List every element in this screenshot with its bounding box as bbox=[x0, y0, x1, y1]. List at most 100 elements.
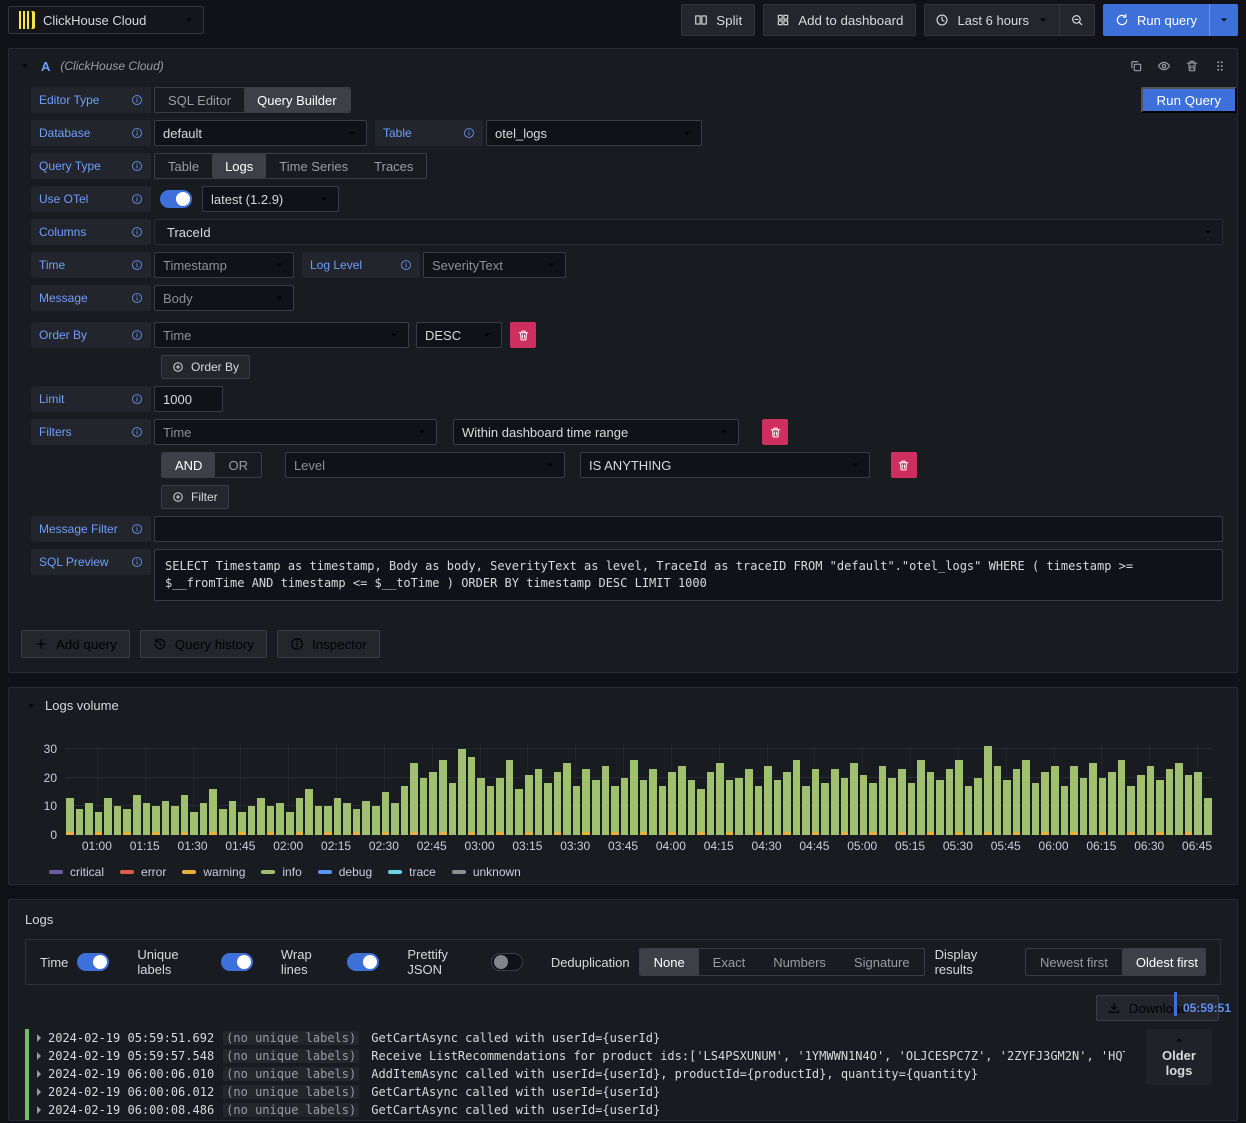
query-type-logs[interactable]: Logs bbox=[212, 154, 267, 178]
info-icon[interactable] bbox=[131, 193, 143, 205]
limit-input[interactable] bbox=[154, 386, 223, 412]
volume-bar bbox=[276, 743, 284, 835]
info-icon[interactable] bbox=[131, 160, 143, 172]
collapse-chevron-icon[interactable] bbox=[25, 700, 37, 712]
columns-multiselect[interactable]: TraceId bbox=[154, 219, 1223, 245]
delete-query-icon[interactable] bbox=[1185, 59, 1199, 73]
info-icon[interactable] bbox=[131, 259, 143, 271]
chevron-down-icon bbox=[416, 426, 428, 438]
chevron-down-icon bbox=[273, 259, 285, 271]
log-row[interactable]: 2024-02-19 05:59:51.692 (no unique labels… bbox=[25, 1029, 1125, 1047]
editor-type-sql-editor[interactable]: SQL Editor bbox=[155, 88, 244, 112]
message-column-select[interactable]: Body bbox=[154, 285, 294, 311]
info-icon[interactable] bbox=[131, 329, 143, 341]
expand-caret-icon[interactable] bbox=[37, 1070, 41, 1078]
dedup-exact[interactable]: Exact bbox=[699, 949, 760, 975]
database-select[interactable]: default bbox=[154, 120, 367, 146]
older-logs-button[interactable]: Older logs bbox=[1146, 1029, 1212, 1085]
run-query-interval-dropdown[interactable] bbox=[1209, 4, 1238, 36]
volume-bar bbox=[897, 743, 906, 835]
run-query-button[interactable]: Run query bbox=[1103, 4, 1209, 36]
add-to-dashboard-button[interactable]: Add to dashboard bbox=[763, 4, 917, 36]
filter-bool-and[interactable]: AND bbox=[162, 453, 216, 477]
log-row[interactable]: 2024-02-19 06:00:08.486 (no unique labels… bbox=[25, 1101, 1125, 1119]
query-history-button[interactable]: Query history bbox=[139, 630, 268, 658]
info-icon[interactable] bbox=[131, 127, 143, 139]
chevron-down-icon bbox=[545, 259, 557, 271]
query-type-time-series[interactable]: Time Series bbox=[266, 154, 361, 178]
time-column-select[interactable]: Timestamp bbox=[154, 252, 294, 278]
info-icon[interactable] bbox=[131, 94, 143, 106]
expand-caret-icon[interactable] bbox=[37, 1088, 41, 1096]
info-icon[interactable] bbox=[131, 393, 143, 405]
clickhouse-logo-icon bbox=[17, 11, 35, 29]
run-query-editor-button[interactable]: Run Query bbox=[1140, 87, 1237, 113]
info-icon[interactable] bbox=[131, 523, 143, 535]
expand-caret-icon[interactable] bbox=[37, 1034, 41, 1042]
editor-type-query-builder[interactable]: Query Builder bbox=[244, 88, 350, 112]
order-by-label: Order By bbox=[31, 322, 151, 348]
dedup-signature[interactable]: Signature bbox=[840, 949, 924, 975]
info-icon[interactable] bbox=[131, 292, 143, 304]
legend-item-error[interactable]: error bbox=[120, 865, 166, 879]
filter2-field-select[interactable]: Level bbox=[284, 452, 565, 478]
filter-operator-select[interactable]: Within dashboard time range bbox=[453, 419, 739, 445]
info-icon[interactable] bbox=[131, 556, 143, 568]
volume-bar bbox=[333, 743, 342, 835]
legend-item-critical[interactable]: critical bbox=[49, 865, 104, 879]
display-oldest-first[interactable]: Oldest first bbox=[1121, 949, 1205, 975]
zoom-out-time-button[interactable] bbox=[1059, 5, 1094, 35]
legend-item-debug[interactable]: debug bbox=[317, 865, 372, 879]
log-level-select[interactable]: SeverityText bbox=[423, 252, 566, 278]
time-range-picker[interactable]: Last 6 hours bbox=[925, 5, 1059, 35]
order-by-direction-select[interactable]: DESC bbox=[416, 322, 502, 348]
order-by-field-select[interactable]: Time bbox=[154, 322, 409, 348]
message-filter-input[interactable] bbox=[154, 516, 1223, 542]
legend-item-info[interactable]: info bbox=[261, 865, 302, 879]
collapse-chevron-icon[interactable] bbox=[19, 60, 31, 72]
filter-bool-or[interactable]: OR bbox=[215, 453, 261, 477]
drag-handle-icon[interactable] bbox=[1213, 59, 1227, 73]
info-icon[interactable] bbox=[463, 127, 475, 139]
hide-query-icon[interactable] bbox=[1157, 59, 1171, 73]
table-select[interactable]: otel_logs bbox=[486, 120, 702, 146]
query-type-traces[interactable]: Traces bbox=[361, 154, 426, 178]
add-query-button[interactable]: Add query bbox=[21, 630, 130, 658]
legend-item-unknown[interactable]: unknown bbox=[451, 865, 521, 879]
prettify-json-toggle[interactable] bbox=[490, 953, 523, 971]
remove-filter2-button[interactable] bbox=[890, 452, 917, 478]
remove-order-by-button[interactable] bbox=[510, 322, 536, 348]
info-icon[interactable] bbox=[131, 426, 143, 438]
log-row[interactable]: 2024-02-19 06:00:18.663(no unique labels… bbox=[25, 1119, 1125, 1120]
expand-caret-icon[interactable] bbox=[37, 1106, 41, 1114]
dedup-none[interactable]: None bbox=[639, 949, 699, 975]
wrap-lines-toggle[interactable] bbox=[347, 953, 380, 971]
info-icon[interactable] bbox=[400, 259, 412, 271]
add-filter-button[interactable]: Filter bbox=[161, 485, 229, 509]
display-newest-first[interactable]: Newest first bbox=[1026, 949, 1122, 975]
expand-caret-icon[interactable] bbox=[37, 1052, 41, 1060]
split-button[interactable]: Split bbox=[681, 4, 756, 36]
dedup-numbers[interactable]: Numbers bbox=[759, 949, 840, 975]
log-row[interactable]: 2024-02-19 06:00:06.012 (no unique labels… bbox=[25, 1083, 1125, 1101]
log-row[interactable]: 2024-02-19 05:59:57.548 (no unique labels… bbox=[25, 1047, 1125, 1065]
legend-item-warning[interactable]: warning bbox=[182, 865, 245, 879]
otel-version-select[interactable]: latest (1.2.9) bbox=[202, 186, 339, 212]
log-row[interactable]: 2024-02-19 06:00:06.010 (no unique labels… bbox=[25, 1065, 1125, 1083]
datasource-picker[interactable]: ClickHouse Cloud bbox=[8, 6, 204, 34]
time-toggle[interactable] bbox=[77, 953, 110, 971]
use-otel-toggle[interactable] bbox=[160, 190, 192, 208]
remove-filter-button[interactable] bbox=[762, 419, 788, 445]
filter2-operator-select[interactable]: IS ANYTHING bbox=[579, 452, 870, 478]
inspector-button[interactable]: Inspector bbox=[277, 630, 380, 658]
legend-item-trace[interactable]: trace bbox=[388, 865, 436, 879]
volume-bar bbox=[400, 743, 409, 835]
volume-bar bbox=[209, 743, 217, 835]
query-type-table[interactable]: Table bbox=[155, 154, 212, 178]
duplicate-query-icon[interactable] bbox=[1129, 59, 1143, 73]
volume-bar bbox=[764, 743, 772, 835]
info-icon[interactable] bbox=[131, 226, 143, 238]
filter-field-select[interactable]: Time bbox=[154, 419, 437, 445]
add-order-by-button[interactable]: Order By bbox=[161, 355, 251, 379]
unique-labels-toggle[interactable] bbox=[220, 953, 253, 971]
